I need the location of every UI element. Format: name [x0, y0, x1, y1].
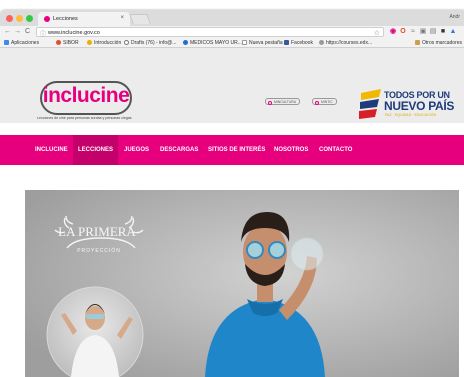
- bookmark-apps[interactable]: Aplicaciones: [4, 40, 39, 46]
- address-toolbar: ← → C ⓘ www.inclucine.gov.co ☆ ◉ O ≈ ▣ ▤…: [0, 26, 464, 38]
- video-title: LA PRIMERA: [58, 224, 136, 239]
- back-arrow-icon[interactable]: ←: [4, 28, 11, 36]
- header-link-mintic[interactable]: MINTIC: [312, 98, 337, 105]
- address-bar[interactable]: ⓘ www.inclucine.gov.co ☆: [36, 27, 384, 38]
- gobierno-logo[interactable]: TODOS POR UN NUEVO PAÍS PAZ · EQUIDAD · …: [357, 88, 454, 122]
- menu-item-nosotros[interactable]: NOSOTROS: [269, 135, 313, 165]
- apps-grid-icon: [4, 40, 9, 45]
- menu-item-descargas[interactable]: DESCARGAS: [155, 135, 203, 165]
- bookmark-facebook[interactable]: Facebook: [284, 40, 313, 46]
- gobierno-flag-icon: [359, 89, 381, 119]
- facebook-icon: [284, 40, 289, 45]
- bookmark-edx[interactable]: https://courses.edx...: [319, 40, 372, 46]
- bookmark-nueva-pestana[interactable]: Nueva pestaña: [242, 40, 283, 46]
- tab-lecciones[interactable]: Lecciones ×: [38, 12, 130, 26]
- site-header: inclucine Lecciones de cine para persona…: [0, 48, 464, 123]
- mincultura-icon: [268, 100, 272, 105]
- bookmarks-bar: Aplicaciones SIBOR Introducción Drafts (…: [0, 38, 464, 48]
- inclucine-favicon-icon: [44, 16, 50, 22]
- other-bookmarks[interactable]: Otros marcadores: [415, 40, 462, 46]
- lesson-video[interactable]: LA PRIMERA PROYECCIÓN: [25, 190, 459, 377]
- sibor-icon: [56, 40, 61, 45]
- reload-icon[interactable]: C: [25, 28, 30, 36]
- folder-icon: [415, 40, 420, 45]
- page-icon: [242, 40, 247, 45]
- page-content: inclucine Lecciones de cine para persona…: [0, 48, 464, 377]
- inclucine-logo[interactable]: inclucine: [40, 81, 132, 115]
- bookmark-drafts[interactable]: Drafts (76) - info@...: [124, 40, 176, 46]
- chat-extension-icon[interactable]: ▲: [449, 28, 457, 36]
- introduccion-icon: [87, 40, 92, 45]
- screen-extension-icon[interactable]: ▣: [419, 28, 427, 36]
- gobierno-line3: PAZ · EQUIDAD · EDUCACIÓN: [385, 113, 437, 117]
- pocket-extension-icon[interactable]: ◉: [389, 28, 397, 36]
- site-tagline: Lecciones de cine para personas sordas y…: [37, 116, 132, 120]
- menu-item-inclucine[interactable]: INCLUCINE: [30, 135, 73, 165]
- new-tab-button[interactable]: [129, 14, 151, 24]
- edx-icon: [319, 40, 324, 45]
- browser-window: Lecciones × Andr ← → C ⓘ www.inclucine.g…: [0, 10, 464, 377]
- bookmark-sibor[interactable]: SIBOR: [56, 40, 79, 46]
- minimize-window-button[interactable]: [16, 15, 23, 22]
- menu-item-lecciones[interactable]: LECCIONES: [73, 135, 119, 165]
- bookmark-introduccion[interactable]: Introducción: [87, 40, 121, 46]
- cloud-icon: [183, 40, 188, 45]
- forward-arrow-icon[interactable]: →: [14, 28, 21, 36]
- tab-close-icon[interactable]: ×: [120, 15, 124, 21]
- profile-name[interactable]: Andr: [449, 14, 460, 20]
- header-link-mincultura[interactable]: MINCULTURA: [265, 98, 300, 105]
- video-subtitle: PROYECCIÓN: [77, 247, 121, 254]
- url-text[interactable]: www.inclucine.gov.co: [48, 30, 100, 36]
- sign-language-interpreter: [46, 286, 144, 377]
- logo-text: inclucine: [42, 84, 130, 107]
- zoom-window-button[interactable]: [26, 15, 33, 22]
- bookmark-medicos[interactable]: MEDICOS MAYO UR...: [183, 40, 242, 46]
- close-window-button[interactable]: [6, 15, 13, 22]
- mintic-icon: [315, 100, 319, 105]
- menu-item-contacto[interactable]: CONTACTO: [314, 135, 357, 165]
- menu-item-juegos[interactable]: JUEGOS: [119, 135, 154, 165]
- tab-title: Lecciones: [53, 16, 78, 22]
- bookmark-star-icon[interactable]: ☆: [374, 29, 380, 37]
- menu-item-sitios-de-interes[interactable]: SITIOS DE INTERÉS: [203, 135, 270, 165]
- site-info-icon[interactable]: ⓘ: [40, 29, 46, 38]
- dark-extension-icon[interactable]: ▤: [429, 28, 437, 36]
- opera-extension-icon[interactable]: O: [399, 28, 407, 36]
- video-frame: LA PRIMERA PROYECCIÓN: [25, 190, 459, 377]
- gobierno-line2: NUEVO PAÍS: [384, 99, 455, 113]
- cast-extension-icon[interactable]: ■: [439, 28, 447, 36]
- google-icon: [124, 40, 129, 45]
- tab-strip: Lecciones × Andr: [0, 10, 464, 26]
- main-menu: INCLUCINE LECCIONES JUEGOS DESCARGAS SIT…: [0, 135, 464, 165]
- wave-extension-icon[interactable]: ≈: [409, 28, 417, 36]
